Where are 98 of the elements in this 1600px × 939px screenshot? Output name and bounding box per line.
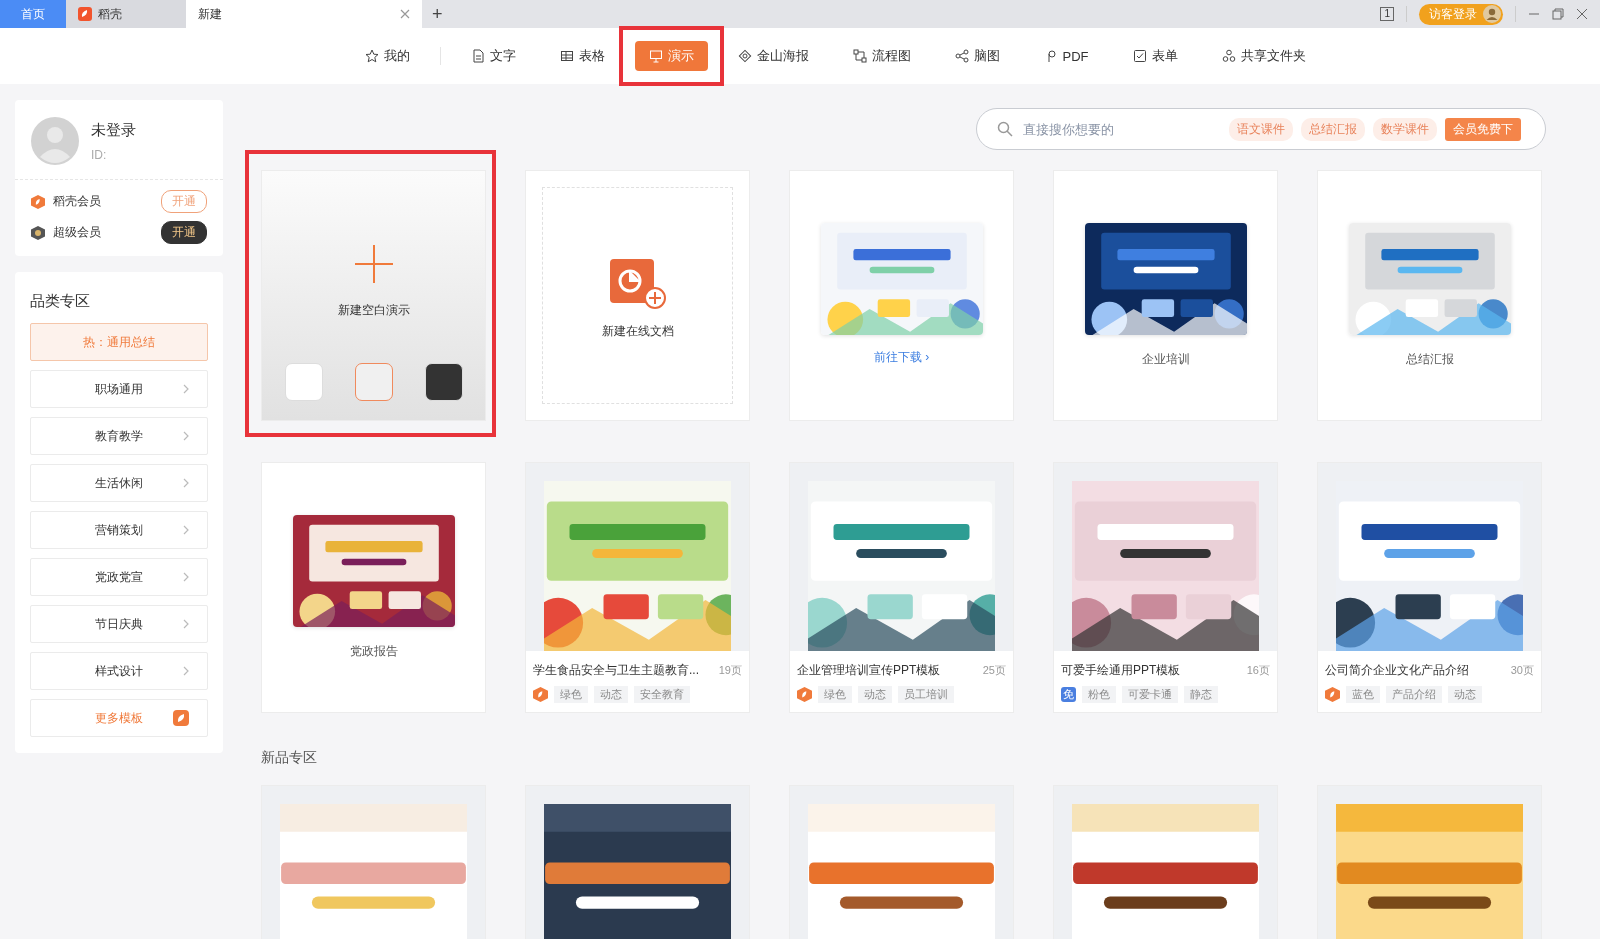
blank-presentation-card[interactable]: 新建空白演示 <box>261 170 486 421</box>
promo-card[interactable]: 前往下载 › <box>789 170 1014 421</box>
flowchart-icon <box>852 49 867 63</box>
template-card[interactable]: 公司简介企业文化产品介绍 30页 蓝色 产品介绍 动态 <box>1317 462 1542 713</box>
template-tag: 动态 <box>858 686 892 703</box>
chevron-right-icon <box>183 572 189 582</box>
tab[interactable]: 稻壳 <box>66 0 186 28</box>
template-title: 企业管理培训宣传PPT模板 <box>797 662 941 679</box>
chevron-right-icon <box>183 525 189 535</box>
template-tag: 绿色 <box>818 686 852 703</box>
template-title: 公司简介企业文化产品介绍 <box>1325 662 1469 679</box>
leaf-badge-icon <box>1325 687 1340 702</box>
card-title: 新建空白演示 <box>337 302 410 319</box>
shared-folder-icon <box>1221 49 1236 63</box>
template-card[interactable]: 学生食品安全与卫生主题教育... 19页 绿色 动态 安全教育 <box>525 462 750 713</box>
template-tag: 安全教育 <box>634 686 690 703</box>
logo-icon <box>78 7 92 21</box>
nav-tab[interactable]: 文字 <box>456 41 530 71</box>
section-title: 新品专区 <box>261 749 318 767</box>
restore-icon[interactable] <box>1552 8 1564 20</box>
poster-icon <box>737 49 752 63</box>
tab-label: 新建 <box>198 5 222 23</box>
screen-counter[interactable]: 1 <box>1380 7 1394 21</box>
category-item[interactable]: 节日庆典 <box>30 605 208 643</box>
category-item[interactable]: 营销策划 <box>30 511 208 549</box>
download-link[interactable]: 前往下载 › <box>873 349 930 366</box>
tab[interactable]: 新建 <box>186 0 422 28</box>
template-tag: 粉色 <box>1082 686 1116 703</box>
page-count: 25页 <box>982 663 1006 678</box>
free-badge: 免 <box>1061 687 1076 702</box>
table-icon <box>559 49 574 63</box>
nav-tab[interactable]: 共享文件夹 <box>1207 41 1320 71</box>
card-title: 党政报告 <box>349 643 398 660</box>
page-count: 19页 <box>718 663 742 678</box>
template-tag: 员工培训 <box>898 686 954 703</box>
category-item[interactable]: 职场通用 <box>30 370 208 408</box>
card-title: 总结汇报 <box>1405 351 1454 368</box>
section-title: 品类专区 <box>30 292 91 311</box>
tab-label: 稻壳 <box>98 5 122 23</box>
template-tag: 蓝色 <box>1346 686 1380 703</box>
category-card[interactable]: 总结汇报 <box>1317 170 1542 421</box>
card-title: 企业培训 <box>1141 351 1190 368</box>
mind-map-icon <box>954 49 969 63</box>
template-tag: 动态 <box>594 686 628 703</box>
activate-button[interactable]: 开通 <box>161 221 207 244</box>
template-tag: 绿色 <box>554 686 588 703</box>
template-card[interactable]: 可爱手绘通用PPT模板 16页 免 粉色 可爱卡通 静态 <box>1053 462 1278 713</box>
category-item[interactable]: 生活休闲 <box>30 464 208 502</box>
page-count: 16页 <box>1246 663 1270 678</box>
plus-icon <box>353 244 394 284</box>
nav-tab[interactable]: 表格 <box>545 41 619 71</box>
close-icon[interactable] <box>400 9 410 19</box>
star-icon <box>364 49 379 63</box>
membership-label: 稻壳会员 <box>53 193 102 210</box>
chevron-right-icon <box>183 384 189 394</box>
membership-label: 超级会员 <box>53 224 102 241</box>
avatar-icon <box>1483 5 1501 23</box>
nav-tab[interactable]: 表单 <box>1118 41 1192 71</box>
template-tag: 静态 <box>1184 686 1218 703</box>
category-item[interactable]: 党政党宣 <box>30 558 208 596</box>
search-icon <box>997 121 1013 137</box>
leaf-badge-icon <box>533 687 548 702</box>
new-tab-button[interactable]: + <box>422 0 453 28</box>
user-id: ID: <box>91 148 108 162</box>
user-name: 未登录 <box>91 121 136 140</box>
template-tag: 可爱卡通 <box>1122 686 1178 703</box>
avatar-icon <box>31 117 79 165</box>
leaf-badge-icon <box>797 687 812 702</box>
template-tag: 产品介绍 <box>1386 686 1442 703</box>
nav-tab[interactable]: 我的 <box>350 41 424 71</box>
nav-tab[interactable]: 脑图 <box>940 41 1014 71</box>
category-card[interactable]: 企业培训 <box>1053 170 1278 421</box>
category-item[interactable]: 样式设计 <box>30 652 208 690</box>
close-icon[interactable] <box>1576 8 1588 20</box>
presentation-icon <box>648 49 663 63</box>
page-count: 30页 <box>1510 663 1534 678</box>
template-title: 可爱手绘通用PPT模板 <box>1061 662 1181 679</box>
nav-tab[interactable]: 金山海报 <box>723 41 823 71</box>
category-item[interactable]: 教育教学 <box>30 417 208 455</box>
card-title: 新建在线文档 <box>601 323 674 340</box>
template-title: 学生食品安全与卫生主题教育... <box>533 662 699 679</box>
coin-badge-icon <box>31 225 45 240</box>
chevron-right-icon <box>183 478 189 488</box>
nav-tab[interactable]: 流程图 <box>838 41 925 71</box>
category-card[interactable]: 党政报告 <box>261 462 486 713</box>
template-tag: 动态 <box>1448 686 1482 703</box>
chevron-right-icon <box>183 431 189 441</box>
template-card[interactable]: 企业管理培训宣传PPT模板 25页 绿色 动态 员工培训 <box>789 462 1014 713</box>
nav-tab[interactable]: PDF <box>1029 42 1103 70</box>
color-swatch[interactable] <box>354 363 393 401</box>
chevron-right-icon <box>183 666 189 676</box>
document-icon <box>470 49 485 63</box>
online-document-card[interactable]: 新建在线文档 <box>525 170 750 421</box>
chart-document-icon <box>609 259 666 309</box>
form-icon <box>1132 49 1147 63</box>
leaf-badge-icon <box>173 710 189 726</box>
chevron-right-icon <box>183 619 189 629</box>
leaf-badge-icon <box>31 194 45 209</box>
